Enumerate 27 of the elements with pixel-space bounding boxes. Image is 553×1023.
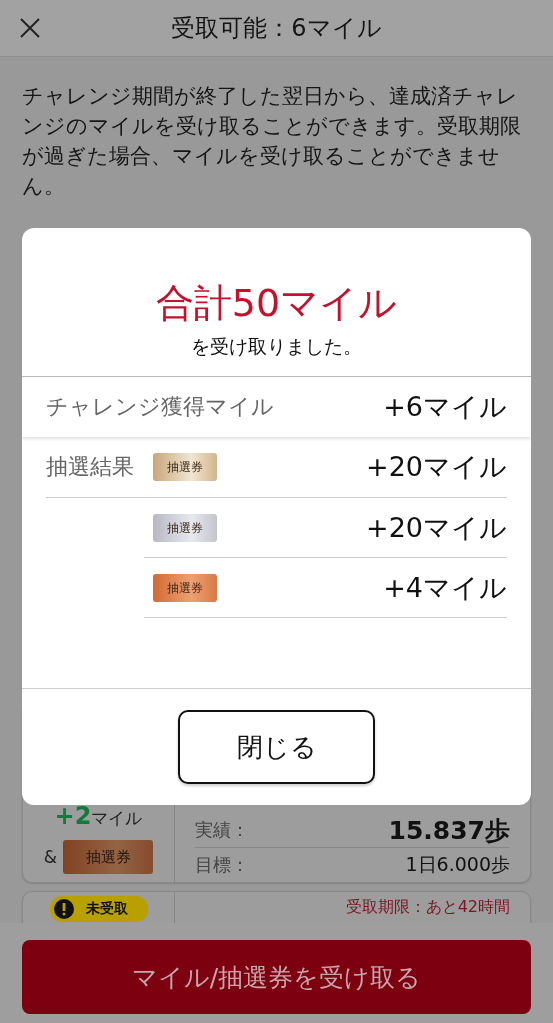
received-text: を受け取りました。 (190, 334, 363, 359)
goal-label: 目標： (195, 853, 249, 877)
row-value: +20マイル (366, 510, 507, 545)
alert-icon (53, 899, 74, 919)
and-sign: & (43, 847, 58, 867)
total-miles: 合計50マイル (154, 280, 399, 326)
row-value: +4マイル (383, 570, 507, 605)
miles-amount: +2 (54, 802, 92, 830)
ticket-badge: 抽選券 (153, 513, 217, 542)
row-label: 抽選結果 (46, 453, 134, 481)
ticket-badge: 抽選券 (153, 453, 217, 481)
deadline-text: 受取期限：あと42時間 (345, 897, 510, 918)
miles-unit: マイル (91, 807, 143, 830)
notice-text: チャレンジ期間が終了した翌日から、達成済チャレンジのマイルを受け取ることができます。受取期限が過ぎた場合、マイルを受け取ることができません。 (22, 83, 522, 200)
row-value: +6マイル (383, 390, 507, 424)
row-label: チャレンジ獲得マイル (46, 393, 274, 421)
row-value: +20マイル (366, 450, 507, 484)
status-badge: 未受取 (49, 896, 148, 922)
goal-steps: 1日6.000歩 (405, 852, 510, 878)
close-icon[interactable] (20, 18, 40, 38)
actual-steps: 15.837歩 (388, 813, 510, 847)
ticket-badge: 抽選券 (63, 840, 154, 874)
page-title: 受取可能：6マイル (171, 13, 382, 44)
ticket-badge: 抽選券 (153, 573, 217, 602)
receive-button[interactable]: マイル/抽選券を受け取る (22, 940, 531, 1014)
close-button[interactable]: 閉じる (178, 710, 375, 784)
actual-label: 実績： (195, 818, 249, 842)
